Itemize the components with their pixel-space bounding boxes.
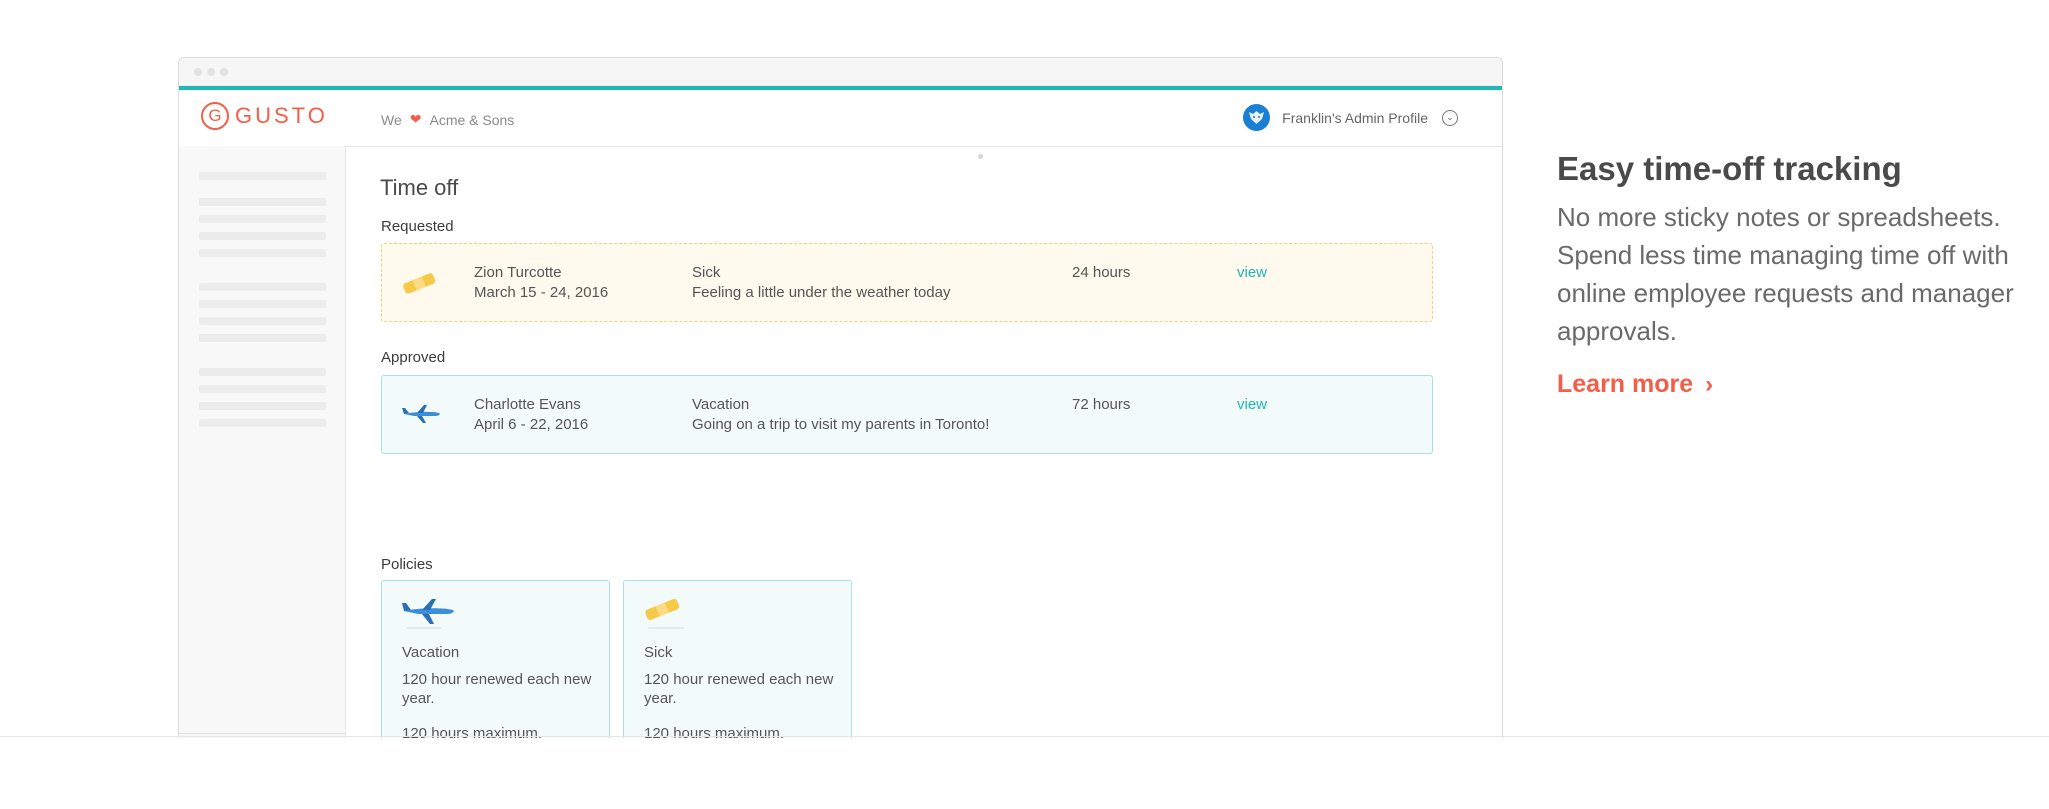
request-hours: 72 hours xyxy=(1072,396,1131,413)
sidebar-placeholder xyxy=(199,172,326,180)
view-link[interactable]: view xyxy=(1237,264,1267,281)
page-divider xyxy=(0,736,2049,737)
sidebar-placeholder xyxy=(199,232,326,240)
chevron-down-icon[interactable]: ⌄ xyxy=(1442,109,1458,126)
browser-window: G GUSTO We ❤ Acme & Sons Franklin's Admi… xyxy=(178,57,1503,738)
logo-text: GUSTO xyxy=(235,103,328,128)
request-note: Feeling a little under the weather today xyxy=(692,284,951,301)
employee-name: Charlotte Evans xyxy=(474,396,581,413)
chevron-right-icon: › xyxy=(1705,370,1714,398)
scroll-indicator xyxy=(978,154,983,159)
browser-chrome xyxy=(179,58,1502,86)
logo-mark-icon: G xyxy=(201,102,229,130)
section-label-approved: Approved xyxy=(381,349,446,366)
section-label-policies: Policies xyxy=(381,556,433,573)
sidebar-placeholder xyxy=(199,402,326,410)
bandage-icon xyxy=(402,272,436,298)
promo-panel: Easy time-off tracking No more sticky no… xyxy=(1557,150,2027,399)
airplane-icon xyxy=(402,597,456,629)
sidebar-placeholder xyxy=(199,385,326,393)
window-dot xyxy=(220,68,228,76)
avatar xyxy=(1243,104,1271,131)
employee-name: Zion Turcotte xyxy=(474,264,562,281)
learn-more-link[interactable]: Learn more › xyxy=(1557,370,1713,399)
bandage-icon xyxy=(644,597,680,625)
profile-name: Franklin's Admin Profile xyxy=(1282,109,1428,126)
request-type: Sick xyxy=(692,264,721,281)
icon-shadow xyxy=(648,627,684,629)
policy-name: Sick xyxy=(644,644,673,661)
airplane-icon xyxy=(402,404,442,428)
policy-card-sick[interactable]: Sick 120 hour renewed each new year. 120… xyxy=(623,580,852,738)
view-link[interactable]: view xyxy=(1237,396,1267,413)
request-note: Going on a trip to visit my parents in T… xyxy=(692,416,990,433)
sidebar-placeholder xyxy=(199,283,326,291)
window-dot xyxy=(207,68,215,76)
policy-description: 120 hour renewed each new year. xyxy=(402,671,592,707)
gusto-logo[interactable]: G GUSTO xyxy=(201,102,328,130)
heart-icon: ❤ xyxy=(409,111,422,127)
sidebar-placeholder xyxy=(199,317,326,325)
promo-title: Easy time-off tracking xyxy=(1557,150,1902,187)
sidebar xyxy=(179,146,346,738)
sidebar-placeholder xyxy=(199,368,326,376)
sidebar-placeholder xyxy=(199,419,326,427)
app-header: G GUSTO We ❤ Acme & Sons Franklin's Admi… xyxy=(179,90,1502,147)
promo-body: No more sticky notes or spreadsheets. Sp… xyxy=(1557,202,2014,346)
page-title: Time off xyxy=(380,175,459,200)
sidebar-placeholder xyxy=(199,334,326,342)
request-type: Vacation xyxy=(692,396,750,413)
sidebar-placeholder xyxy=(199,300,326,308)
profile-menu[interactable]: Franklin's Admin Profile ⌄ xyxy=(1243,104,1458,131)
company-name: Acme & Sons xyxy=(429,111,515,128)
sidebar-placeholder xyxy=(199,198,326,206)
window-dot xyxy=(194,68,202,76)
section-label-requested: Requested xyxy=(381,218,454,235)
sidebar-divider xyxy=(179,733,345,734)
request-dates: April 6 - 22, 2016 xyxy=(474,416,589,433)
icon-shadow xyxy=(406,627,442,629)
company-label: We ❤ Acme & Sons xyxy=(381,111,514,128)
sidebar-placeholder xyxy=(199,215,326,223)
request-card: Zion Turcotte March 15 - 24, 2016 Sick F… xyxy=(381,243,1433,322)
request-card: Charlotte Evans April 6 - 22, 2016 Vacat… xyxy=(381,375,1433,454)
request-dates: March 15 - 24, 2016 xyxy=(474,284,609,301)
learn-more-label: Learn more xyxy=(1557,370,1694,398)
policy-description: 120 hour renewed each new year. xyxy=(644,671,834,707)
sidebar-placeholder xyxy=(199,249,326,257)
lion-avatar-icon xyxy=(1249,111,1265,124)
company-prefix: We xyxy=(381,111,402,128)
policy-name: Vacation xyxy=(402,644,460,661)
request-hours: 24 hours xyxy=(1072,264,1131,281)
policy-card-vacation[interactable]: Vacation 120 hour renewed each new year.… xyxy=(381,580,610,738)
